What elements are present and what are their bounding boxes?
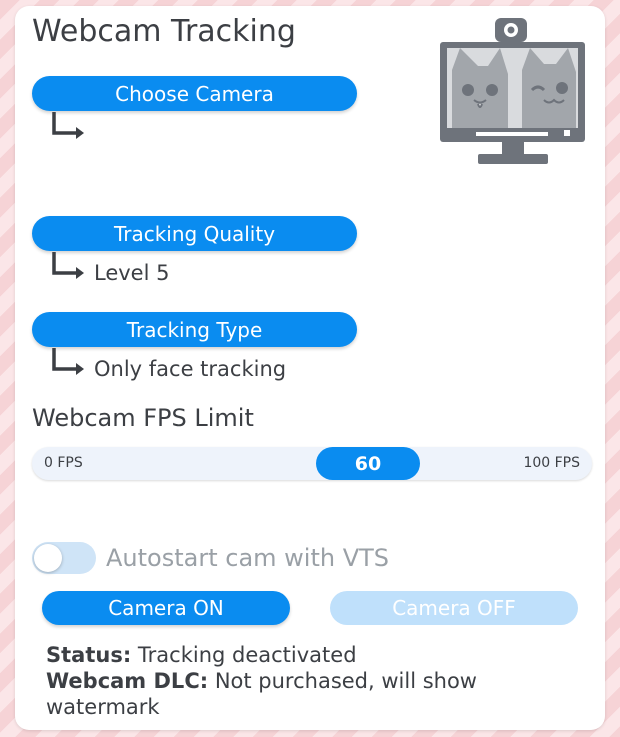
tracking-type-value: Only face tracking [94, 357, 287, 381]
camera-on-label: Camera ON [108, 596, 224, 620]
status-line: Status: Tracking deactivated [46, 642, 566, 668]
choose-camera-button[interactable]: Choose Camera [32, 76, 357, 111]
fps-slider-thumb[interactable]: 60 [316, 447, 420, 480]
status-value: Tracking deactivated [137, 643, 357, 667]
fps-limit-slider[interactable]: 0 FPS 100 FPS 60 [32, 447, 592, 480]
fps-value: 60 [354, 452, 382, 475]
status-block: Status: Tracking deactivated Webcam DLC:… [46, 642, 566, 720]
tracking-type-label: Tracking Type [126, 317, 263, 342]
toggle-knob [34, 544, 62, 572]
webcam-tracking-panel: Webcam Tracking Choose Camera Tracking Q… [15, 6, 605, 730]
camera-off-label: Camera OFF [392, 596, 516, 620]
fps-min-label: 0 FPS [44, 455, 83, 471]
fps-limit-label: Webcam FPS Limit [32, 404, 254, 432]
panel-title: Webcam Tracking [32, 14, 296, 49]
elbow-arrow-icon [52, 112, 84, 139]
fps-max-label: 100 FPS [523, 455, 580, 471]
dlc-line: Webcam DLC: Not purchased, will show wat… [46, 668, 566, 720]
tracking-quality-label: Tracking Quality [113, 221, 276, 246]
tracking-quality-value: Level 5 [94, 261, 170, 285]
status-key: Status: [46, 643, 132, 667]
autostart-label: Autostart cam with VTS [106, 544, 390, 572]
elbow-arrow-icon [52, 252, 84, 279]
tracking-quality-button[interactable]: Tracking Quality [32, 216, 357, 251]
tracking-type-button[interactable]: Tracking Type [32, 312, 357, 347]
choose-camera-label: Choose Camera [115, 81, 274, 106]
dlc-key: Webcam DLC: [46, 669, 209, 693]
camera-on-button[interactable]: Camera ON [42, 591, 290, 625]
camera-off-button[interactable]: Camera OFF [330, 591, 578, 625]
elbow-arrow-icon [52, 348, 84, 375]
webcam-monitor-icon [438, 18, 588, 168]
autostart-toggle[interactable] [32, 542, 96, 574]
